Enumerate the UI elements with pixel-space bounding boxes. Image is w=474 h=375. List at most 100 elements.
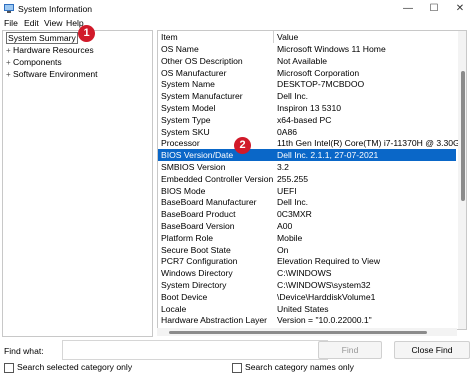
row-value: 11th Gen Intel(R) Core(TM) i7-11370H @ 3… [277,138,467,149]
row-item: PCR7 Configuration [161,256,238,267]
table-header: Item Value [158,31,456,43]
find-button[interactable]: Find [318,341,382,359]
expand-icon[interactable]: + [6,58,13,67]
details-table: Item Value OS Name Microsoft Windows 11 H… [157,30,467,330]
table-row[interactable]: System Manufacturer Dell Inc. [158,90,456,102]
row-item: Windows Directory [161,268,233,279]
row-value: A00 [277,221,293,231]
window-title: System Information [18,4,93,14]
table-row[interactable]: Platform Role Mobile [158,232,456,244]
tree-item-software-environment[interactable]: + Software Environment [6,69,98,79]
table-row[interactable]: System Directory C:\WINDOWS\system32 [158,279,456,291]
table-row[interactable]: OS Name Microsoft Windows 11 Home [158,43,456,55]
row-item: System Model [161,103,216,113]
menu-edit[interactable]: Edit [24,18,39,28]
row-value: Dell Inc. 2.1.1, 27-07-2021 [277,150,379,161]
tree-item-components[interactable]: + Components [6,57,62,67]
checkbox-box[interactable] [4,362,14,373]
row-item: Hardware Abstraction Layer [161,315,268,326]
close-button[interactable]: ✕ [447,0,473,17]
table-row[interactable]: System Model Inspiron 13 5310 [158,102,456,114]
table-row[interactable]: System Name DESKTOP-7MCBDOO [158,78,456,90]
menu-view[interactable]: View [44,18,62,28]
table-row[interactable]: PCR7 Configuration Elevation Required to … [158,255,456,267]
table-row[interactable]: BIOS Version/Date Dell Inc. 2.1.1, 27-07-… [158,149,456,161]
row-item: SMBIOS Version [161,162,226,172]
checkbox-box[interactable] [232,362,242,373]
row-item: Processor [161,138,200,149]
table-row[interactable]: OS Manufacturer Microsoft Corporation [158,67,456,79]
tree-item-hardware-resources[interactable]: + Hardware Resources [6,45,94,55]
tree-item-label: Software Environment [13,69,98,79]
horizontal-scroll-thumb[interactable] [169,331,427,334]
table-row[interactable]: Processor 11th Gen Intel(R) Core(TM) i7-1… [158,137,466,149]
row-item: System Directory [161,280,227,290]
table-row[interactable]: Windows Directory C:\WINDOWS [158,267,456,279]
row-value: Version = "10.0.22000.1" [277,315,372,326]
table-row[interactable]: Locale United States [158,303,456,315]
row-item: Locale [161,303,187,314]
table-row[interactable]: System Type x64-based PC [158,114,456,126]
close-find-button[interactable]: Close Find [394,341,470,359]
table-row[interactable]: Boot Device \Device\HarddiskVolume1 [158,291,456,303]
row-value: DESKTOP-7MCBDOO [277,79,365,90]
row-value: 0A86 [277,126,298,137]
row-value: Dell Inc. [277,197,309,208]
horizontal-scrollbar[interactable] [157,328,457,336]
header-item[interactable]: Item [161,32,178,42]
table-row[interactable]: Other OS Description Not Available [158,55,456,67]
row-value: 0C3MXR [277,209,312,220]
row-item: BIOS Version/Date [161,150,234,161]
table-row[interactable]: BaseBoard Product 0C3MXR [158,208,456,220]
table-row[interactable]: Secure Boot State On [158,244,456,256]
category-tree: System Summary + Hardware Resources + Comp… [2,30,153,337]
menu-file[interactable]: File [4,18,18,28]
title-bar: System Information — ☐ ✕ [0,0,474,17]
row-item: Secure Boot State [161,244,231,255]
vertical-scroll-thumb[interactable] [461,71,465,201]
row-item: BIOS Mode [161,185,206,196]
row-value: Elevation Required to View [277,256,381,267]
find-label: Find what: [4,346,44,356]
table-row[interactable]: Embedded Controller Version 255.255 [158,173,456,185]
row-item: System Manufacturer [161,91,243,102]
table-row[interactable]: Hardware Abstraction Layer Version = "10.… [158,314,456,326]
row-value: Mobile [277,232,303,243]
row-item: Platform Role [161,232,214,243]
checkbox-label: Search selected category only [17,362,133,372]
tree-item-label: Hardware Resources [13,45,94,55]
search-names-checkbox[interactable]: Search category names only [232,362,354,373]
row-value: 255.255 [277,173,309,184]
row-value: Not Available [277,55,328,66]
row-value: C:\WINDOWS\system32 [277,280,371,290]
minimize-button[interactable]: — [395,0,421,17]
row-value: \Device\HarddiskVolume1 [277,291,376,302]
row-value: UEFI [277,185,297,196]
menu-bar: File Edit View Help [0,17,474,29]
table-row[interactable]: BIOS Mode UEFI [158,185,456,197]
row-item: OS Manufacturer [161,67,227,78]
maximize-button[interactable]: ☐ [421,0,447,17]
find-input[interactable] [62,340,328,360]
callout-badge-2: 2 [234,137,251,154]
table-row[interactable]: BaseBoard Version A00 [158,220,456,232]
table-row[interactable]: SMBIOS Version 3.2 [158,161,456,173]
row-value: x64-based PC [277,114,332,125]
expand-icon[interactable]: + [6,46,13,55]
row-item: Other OS Description [161,55,243,66]
search-selected-checkbox[interactable]: Search selected category only [4,362,132,373]
row-item: Boot Device [161,291,208,302]
row-item: BaseBoard Version [161,221,235,231]
system-information-icon [4,4,14,13]
header-value[interactable]: Value [277,32,298,42]
row-value: Microsoft Windows 11 Home [277,44,386,54]
row-value: Microsoft Corporation [277,67,360,78]
expand-icon[interactable]: + [6,70,13,79]
row-item: BaseBoard Product [161,209,236,220]
vertical-scrollbar[interactable] [458,31,466,329]
table-row[interactable]: System SKU 0A86 [158,126,456,138]
table-row[interactable]: BaseBoard Manufacturer Dell Inc. [158,196,456,208]
tree-item-system-summary[interactable]: System Summary [6,32,78,44]
column-divider[interactable] [273,31,274,43]
row-item: Embedded Controller Version [161,173,274,184]
